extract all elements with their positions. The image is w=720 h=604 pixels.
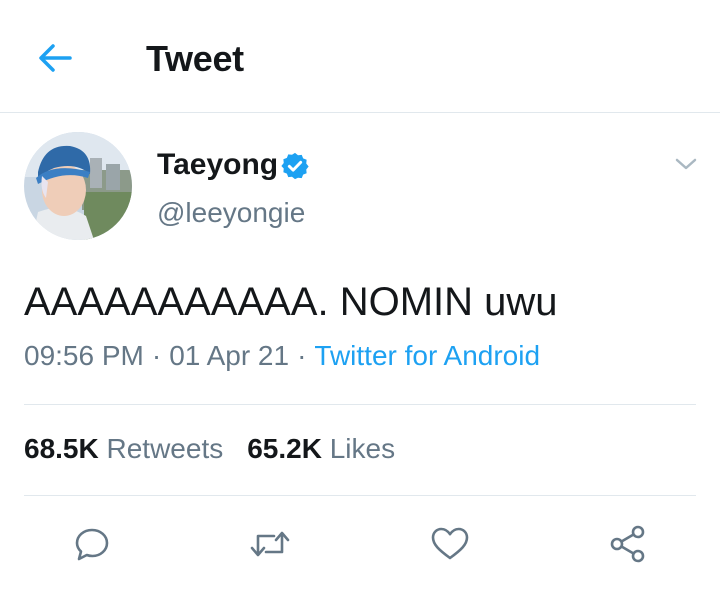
reply-button[interactable] bbox=[70, 522, 114, 566]
avatar-photo bbox=[24, 132, 132, 240]
author-handle[interactable]: @leeyongie bbox=[157, 197, 305, 229]
divider bbox=[24, 495, 696, 496]
likes-count: 65.2K bbox=[247, 433, 322, 464]
retweets-label: Retweets bbox=[106, 433, 224, 464]
reply-icon bbox=[75, 528, 109, 561]
meta-separator: · bbox=[297, 340, 307, 371]
tweet-text: AAAAAAAAAAA. NOMIN uwu bbox=[24, 280, 558, 324]
verified-badge-icon bbox=[281, 152, 309, 180]
share-button[interactable] bbox=[606, 522, 650, 566]
back-button[interactable] bbox=[30, 36, 80, 80]
tweet-meta: 09:56 PM · 01 Apr 21 · Twitter for Android bbox=[24, 340, 540, 372]
more-options-button[interactable] bbox=[670, 150, 702, 178]
author-name[interactable]: Taeyong bbox=[157, 148, 278, 182]
page-title: Tweet bbox=[146, 38, 244, 79]
tweet-time[interactable]: 09:56 PM bbox=[24, 340, 144, 371]
meta-separator: · bbox=[151, 340, 162, 371]
chevron-down-icon bbox=[675, 158, 697, 170]
tweet-date[interactable]: 01 Apr 21 bbox=[169, 340, 289, 371]
retweet-button[interactable] bbox=[248, 522, 292, 566]
tweet-source-link[interactable]: Twitter for Android bbox=[314, 340, 540, 371]
likes-label: Likes bbox=[329, 433, 396, 464]
retweets-stat[interactable]: 68.5K Retweets bbox=[24, 433, 223, 464]
retweet-icon bbox=[250, 531, 290, 557]
tweet-stats: 68.5K Retweets 65.2K Likes bbox=[24, 433, 395, 465]
top-bar: Tweet bbox=[0, 0, 720, 113]
like-button[interactable] bbox=[428, 522, 472, 566]
avatar[interactable] bbox=[24, 132, 132, 240]
share-icon bbox=[610, 525, 645, 563]
divider bbox=[24, 404, 696, 405]
retweets-count: 68.5K bbox=[24, 433, 99, 464]
likes-stat[interactable]: 65.2K Likes bbox=[247, 433, 395, 464]
arrow-left-icon bbox=[39, 44, 72, 72]
heart-icon bbox=[431, 527, 469, 560]
